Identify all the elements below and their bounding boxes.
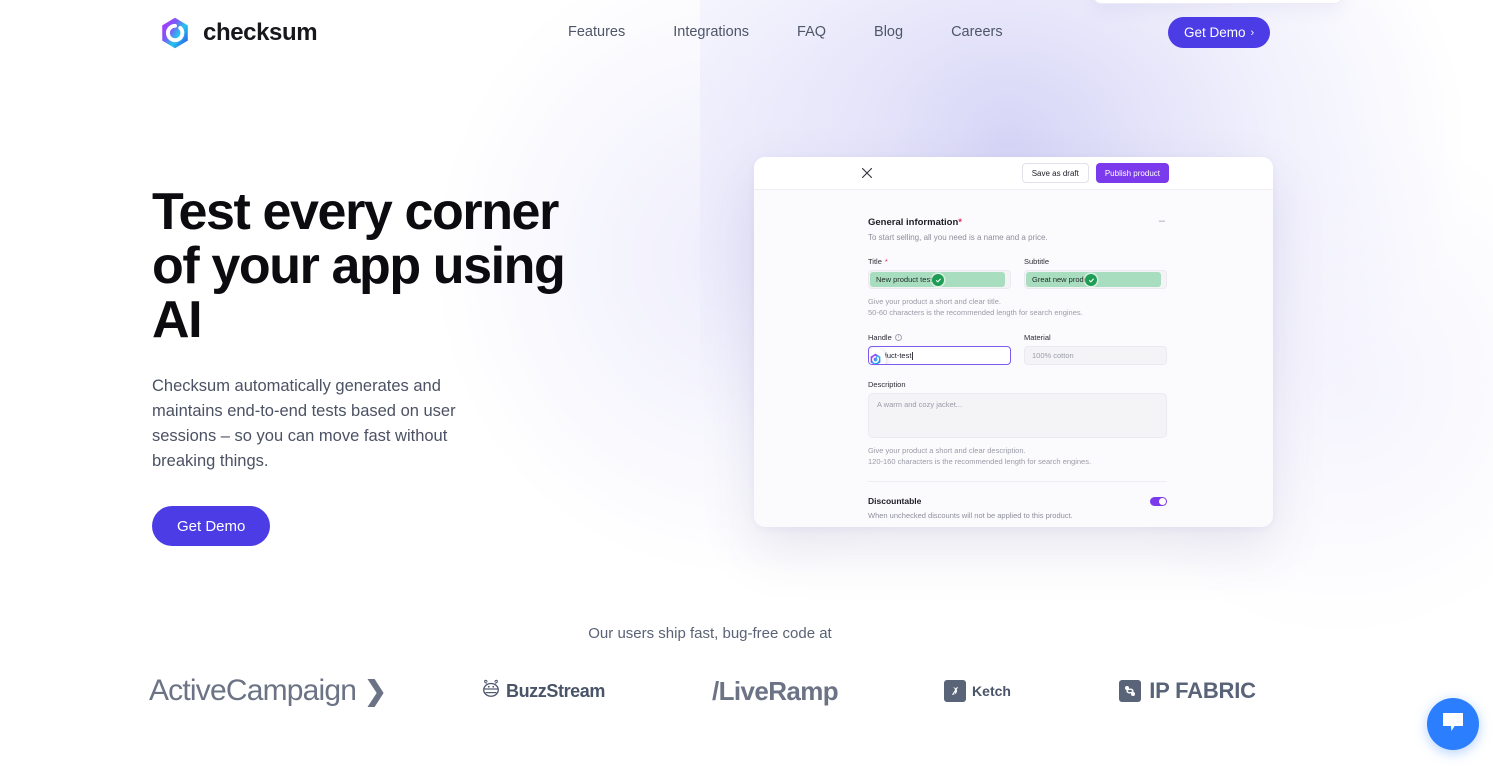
hero-get-demo-button[interactable]: Get Demo <box>152 506 271 546</box>
logo-buzzstream: BuzzStream <box>418 679 668 704</box>
handle-label: Handle i <box>868 333 1011 342</box>
chevron-right-icon: ❯ <box>364 675 387 706</box>
subtitle-label-text: Subtitle <box>1024 257 1050 266</box>
logo-liveramp-text: /LiveRamp <box>711 675 839 706</box>
landing-page: checksum Features Integrations FAQ Blog … <box>0 0 1493 768</box>
title-validated-check-icon <box>932 274 944 286</box>
logo-ipfabric: IP FABRIC <box>1073 678 1303 704</box>
nav-item-blog[interactable]: Blog <box>874 24 903 40</box>
material-field-group: Material 100% cotton <box>1024 333 1167 365</box>
logo-ketch-text: Ketch <box>972 683 1011 699</box>
logo[interactable]: checksum <box>158 16 318 50</box>
general-information-header: General information* – <box>868 216 1167 229</box>
handle-label-text: Handle <box>868 333 892 342</box>
title-field-group: Title * New product test <box>868 257 1011 289</box>
material-label-text: Material <box>1024 333 1051 342</box>
material-placeholder: 100% cotton <box>1032 351 1074 360</box>
description-helper-line-1: Give your product a short and clear desc… <box>868 446 1026 455</box>
description-placeholder: A warm and cozy jacket... <box>877 400 963 409</box>
nav-item-faq[interactable]: FAQ <box>797 24 826 40</box>
product-form-topbar: Save as draft Publish product <box>754 157 1273 190</box>
logo-ipfabric-text: IP FABRIC <box>1149 678 1256 703</box>
discountable-row: Discountable When unchecked discounts wi… <box>868 496 1167 520</box>
chat-bubble-icon <box>1440 710 1466 739</box>
info-icon[interactable]: i <box>894 334 902 341</box>
subtitle-validated-check-icon <box>1085 274 1097 286</box>
subtitle-field-group: Subtitle Great new produ <box>1024 257 1167 289</box>
handle-material-row: Handle i roduct-test Material 100% cotto… <box>868 333 1167 365</box>
nav-item-features[interactable]: Features <box>568 24 625 40</box>
text-caret <box>911 351 913 360</box>
subtitle-input-value: Great new produ <box>1032 275 1088 284</box>
site-header: checksum Features Integrations FAQ Blog … <box>0 0 1493 65</box>
material-input[interactable]: 100% cotton <box>1024 346 1167 365</box>
close-icon[interactable] <box>860 166 874 180</box>
product-form-body: General information* – To start selling,… <box>754 190 1273 520</box>
title-label: Title * <box>868 257 1011 266</box>
title-input-value: New product test <box>876 275 933 284</box>
main-nav: Features Integrations FAQ Blog Careers <box>568 24 1003 40</box>
subtitle-label: Subtitle <box>1024 257 1167 266</box>
title-label-text: Title <box>868 257 882 266</box>
discountable-text-group: Discountable When unchecked discounts wi… <box>868 496 1073 520</box>
section-title: General information* <box>868 217 962 228</box>
title-helper-text: Give your product a short and clear titl… <box>868 296 1167 318</box>
title-helper-line-1: Give your product a short and clear titl… <box>868 297 1001 306</box>
bee-icon <box>480 679 502 704</box>
handle-field-group: Handle i roduct-test <box>868 333 1011 365</box>
title-input[interactable]: New product test <box>868 270 1011 289</box>
customer-logo-strip: ActiveCampaign ❯ BuzzStream /LiveRamp Ke… <box>0 668 1420 714</box>
required-marker: * <box>958 217 962 228</box>
logo-activecampaign: ActiveCampaign ❯ <box>118 674 418 708</box>
title-subtitle-row: Title * New product test Subtitle Great … <box>868 257 1167 289</box>
section-title-text: General information <box>868 217 959 228</box>
description-helper-text: Give your product a short and clear desc… <box>868 445 1167 467</box>
logo-text: checksum <box>203 19 318 46</box>
title-helper-line-2: 50-60 characters is the recommended leng… <box>868 308 1083 317</box>
material-label: Material <box>1024 333 1167 342</box>
nav-item-integrations[interactable]: Integrations <box>673 24 749 40</box>
social-proof-label: Our users ship fast, bug-free code at <box>588 625 832 642</box>
section-subtitle: To start selling, all you need is a name… <box>868 233 1048 242</box>
nav-item-careers[interactable]: Careers <box>951 24 1003 40</box>
description-label-text: Description <box>868 380 906 389</box>
product-form-actions: Save as draft Publish product <box>1021 163 1169 183</box>
product-form-screenshot: Save as draft Publish product General in… <box>754 157 1273 527</box>
nav-get-demo-button[interactable]: Get Demo › <box>1168 17 1271 48</box>
description-helper-line-2: 120-160 characters is the recommended le… <box>868 457 1092 466</box>
logo-buzzstream-text: BuzzStream <box>505 680 606 701</box>
required-marker: * <box>884 257 888 266</box>
save-as-draft-button[interactable]: Save as draft <box>1021 163 1089 183</box>
chat-widget-button[interactable] <box>1427 698 1479 750</box>
page-title: Test every corner of your app using AI <box>152 183 566 349</box>
ketch-square-icon <box>944 680 967 702</box>
description-label: Description <box>868 380 1167 389</box>
logo-liveramp: /LiveRamp <box>668 676 883 707</box>
collapse-section-icon[interactable]: – <box>1157 216 1167 227</box>
description-field-group: Description A warm and cozy jacket... <box>868 380 1167 438</box>
ipfabric-square-icon <box>1119 680 1142 702</box>
discountable-toggle[interactable] <box>1150 497 1167 506</box>
logo-activecampaign-text: ActiveCampaign <box>148 674 357 707</box>
discountable-label: Discountable <box>868 496 922 506</box>
hero-section: Test every corner of your app using AI C… <box>152 185 572 546</box>
publish-product-button[interactable]: Publish product <box>1095 163 1169 183</box>
logo-ketch: Ketch <box>883 680 1073 702</box>
subtitle-input[interactable]: Great new produ <box>1024 270 1167 289</box>
handle-input[interactable]: roduct-test <box>868 346 1011 365</box>
chevron-right-icon: › <box>1250 26 1255 39</box>
discountable-description: When unchecked discounts will not be app… <box>868 511 1073 520</box>
hero-subtitle: Checksum automatically generates and mai… <box>152 377 456 470</box>
toggle-knob <box>1159 498 1166 505</box>
checksum-hex-logo-icon <box>158 16 192 50</box>
section-divider <box>868 481 1167 482</box>
description-textarea[interactable]: A warm and cozy jacket... <box>868 393 1167 438</box>
nav-get-demo-label: Get Demo <box>1184 25 1246 40</box>
